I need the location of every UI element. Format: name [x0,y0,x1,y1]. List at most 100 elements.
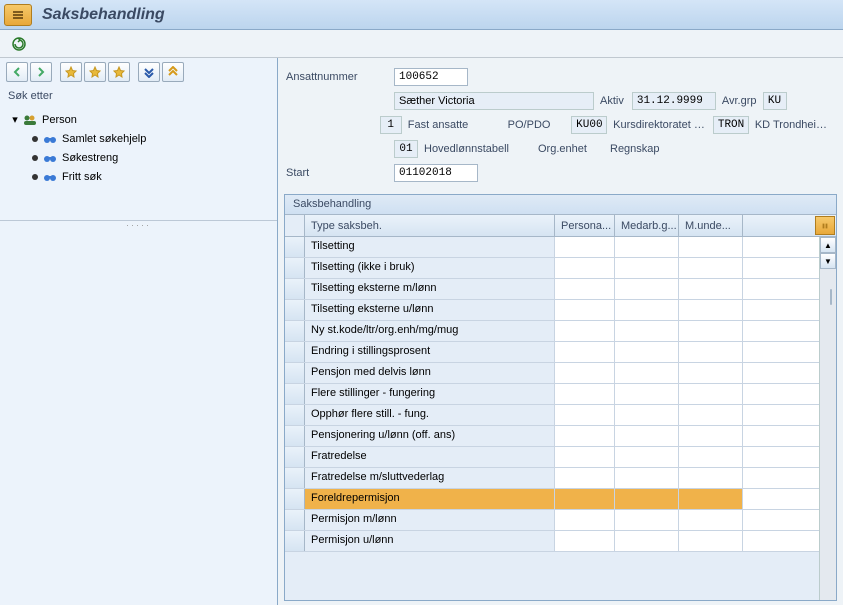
cell-munde [679,405,743,425]
row-selector[interactable] [285,531,305,551]
nav-back-button[interactable] [6,62,28,82]
cell-munde [679,468,743,488]
table-row[interactable]: Fratredelse m/sluttvederlag [285,468,836,489]
favorite-button-2[interactable] [84,62,106,82]
cell-persona [555,468,615,488]
cell-persona [555,384,615,404]
cell-munde [679,510,743,530]
start-field[interactable]: 01102018 [394,164,478,182]
row2-text: Fast ansatte [408,119,500,131]
table-row[interactable]: Opphør flere still. - fung. [285,405,836,426]
row-selector[interactable] [285,489,305,509]
row-selector[interactable] [285,510,305,530]
avrgrp-code: KU [763,92,787,110]
table-row[interactable]: Permisjon m/lønn [285,510,836,531]
vertical-scrollbar[interactable]: ▲ ▼ [819,237,836,600]
nav-forward-button[interactable] [30,62,52,82]
cell-medarb [615,489,679,509]
cell-medarb [615,510,679,530]
grid-config-button[interactable] [815,216,835,235]
grid-header: Type saksbeh. Persona... Medarb.g... M.u… [285,215,836,237]
tree-sokestreng[interactable]: Søkestreng [4,148,273,167]
cell-munde [679,531,743,551]
row3-code: 01 [394,140,418,158]
table-row[interactable]: Tilsetting (ikke i bruk) [285,258,836,279]
execute-button[interactable] [8,35,30,53]
search-tree: ▾ Person Samlet søkehjelp Søkestreng Fri… [0,106,277,190]
orgenhet-label: Org.enhet [538,143,602,155]
table-row[interactable]: Tilsetting eksterne u/lønn [285,300,836,321]
cell-persona [555,321,615,341]
cell-medarb [615,531,679,551]
grid-header-medarb[interactable]: Medarb.g... [615,215,679,236]
cell-type: Tilsetting (ikke i bruk) [305,258,555,278]
table-row[interactable]: Pensjon med delvis lønn [285,363,836,384]
cell-medarb [615,426,679,446]
cell-type: Ny st.kode/ltr/org.enh/mg/mug [305,321,555,341]
grid-header-munde[interactable]: M.unde... [679,215,743,236]
scroll-down-arrow[interactable]: ▼ [820,253,836,269]
tree-label: Samlet søkehjelp [62,133,146,145]
table-row[interactable]: Permisjon u/lønn [285,531,836,552]
app-menu-button[interactable] [4,4,32,26]
cell-munde [679,447,743,467]
grid-select-all[interactable] [285,215,305,236]
row-selector[interactable] [285,237,305,257]
ansattnummer-field[interactable]: 100652 [394,68,468,86]
table-row[interactable]: Ny st.kode/ltr/org.enh/mg/mug [285,321,836,342]
grid-header-type[interactable]: Type saksbeh. [305,215,555,236]
cell-type: Tilsetting eksterne u/lønn [305,300,555,320]
scroll-up-button[interactable] [162,62,184,82]
form-area: Ansattnummer 100652 Sæther Victoria Akti… [284,62,837,194]
cell-type: Pensjon med delvis lønn [305,363,555,383]
scroll-down-button[interactable] [138,62,160,82]
table-row[interactable]: Fratredelse [285,447,836,468]
favorite-button-1[interactable] [60,62,82,82]
bullet-icon [32,155,38,161]
cell-munde [679,489,743,509]
cell-persona [555,258,615,278]
row-selector[interactable] [285,321,305,341]
left-panel: Søk etter ▾ Person Samlet søkehjelp Søke… [0,58,278,605]
start-label: Start [286,167,394,179]
row-selector[interactable] [285,342,305,362]
cell-persona [555,405,615,425]
grid-header-persona[interactable]: Persona... [555,215,615,236]
row-selector[interactable] [285,300,305,320]
regnskap-label: Regnskap [610,143,660,155]
row-selector[interactable] [285,363,305,383]
row-selector[interactable] [285,384,305,404]
grid-title: Saksbehandling [285,195,836,215]
table-row[interactable]: Pensjonering u/lønn (off. ans) [285,426,836,447]
table-row[interactable]: Flere stillinger - fungering [285,384,836,405]
page-title: Saksbehandling [42,6,165,24]
scrollbar-thumb[interactable] [830,289,832,305]
cell-munde [679,321,743,341]
cell-persona [555,510,615,530]
row-selector[interactable] [285,426,305,446]
titlebar: Saksbehandling [0,0,843,30]
row-selector[interactable] [285,279,305,299]
tree-fritt-sok[interactable]: Fritt søk [4,167,273,186]
cell-medarb [615,384,679,404]
tree-label: Fritt søk [62,171,102,183]
cell-medarb [615,237,679,257]
command-bar [0,30,843,58]
row-selector[interactable] [285,468,305,488]
row-selector[interactable] [285,405,305,425]
cell-munde [679,342,743,362]
collapse-icon[interactable]: ▾ [10,115,20,125]
binoculars-icon [42,170,58,184]
tree-root-person[interactable]: ▾ Person [4,110,273,129]
cell-persona [555,300,615,320]
favorite-button-3[interactable] [108,62,130,82]
row-selector[interactable] [285,447,305,467]
tree-samlet-sokehjelp[interactable]: Samlet søkehjelp [4,129,273,148]
scroll-up-arrow[interactable]: ▲ [820,237,836,253]
row-selector[interactable] [285,258,305,278]
table-row[interactable]: Endring i stillingsprosent [285,342,836,363]
table-row[interactable]: Foreldrepermisjon [285,489,836,510]
tree-label: Person [42,114,77,126]
table-row[interactable]: Tilsetting [285,237,836,258]
table-row[interactable]: Tilsetting eksterne m/lønn [285,279,836,300]
